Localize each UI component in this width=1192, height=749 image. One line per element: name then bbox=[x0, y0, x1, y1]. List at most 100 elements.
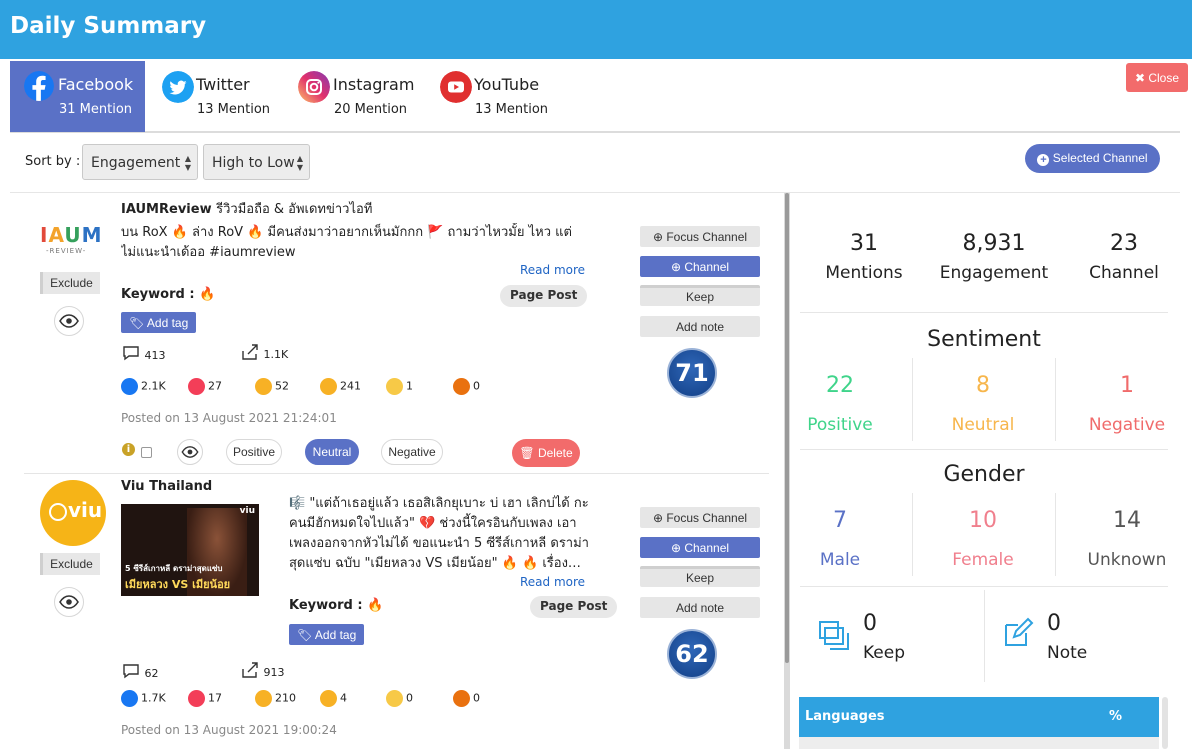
post-author-name: Viu Thailand bbox=[121, 479, 213, 494]
read-more-link[interactable]: Read more bbox=[520, 263, 585, 277]
post-text: 🎼 "แต่ถ้าเธอยู่แล้ว เธอสิเลิกยุเบาะ บ่ เ… bbox=[289, 494, 594, 574]
love-count: 27 bbox=[188, 378, 222, 395]
plus-circle-icon: ⊕ bbox=[670, 540, 681, 555]
haha-icon bbox=[255, 378, 272, 395]
wow-count-value: 4 bbox=[340, 691, 347, 705]
instagram-icon bbox=[298, 71, 330, 103]
post-thumbnail[interactable]: viu 5 ซีรีส์เกาหลี ดราม่าสุดแซ่บ เมียหลว… bbox=[121, 504, 259, 596]
positive-button[interactable]: Positive bbox=[226, 439, 282, 465]
sad-icon bbox=[386, 378, 403, 395]
tab-twitter[interactable]: Twitter 13 Mention bbox=[152, 61, 282, 132]
tab-youtube-count: 13 Mention bbox=[475, 102, 549, 117]
languages-header-label: Languages bbox=[805, 709, 885, 724]
sad-count-value: 1 bbox=[406, 379, 413, 393]
like-icon bbox=[121, 690, 138, 707]
post-author-name: IAUMReview bbox=[121, 202, 212, 217]
keep-label: Keep bbox=[863, 643, 906, 663]
focus-channel-button[interactable]: ⊕ Focus Channel bbox=[640, 507, 760, 528]
like-count-value: 1.7K bbox=[141, 691, 166, 705]
share-count: 913 bbox=[240, 661, 285, 679]
delete-button[interactable]: 🗑 Delete bbox=[512, 439, 580, 467]
love-icon bbox=[188, 378, 205, 395]
languages-table-body bbox=[799, 737, 1159, 749]
divider bbox=[1055, 493, 1056, 576]
tab-instagram[interactable]: Instagram 20 Mention bbox=[288, 61, 423, 132]
angry-icon bbox=[453, 378, 470, 395]
facebook-icon bbox=[24, 71, 54, 101]
view-button[interactable] bbox=[54, 587, 84, 617]
scrollbar-thumb[interactable] bbox=[785, 193, 789, 663]
keyword-label: Keyword : bbox=[289, 598, 363, 613]
angry-count-value: 0 bbox=[473, 379, 480, 393]
focus-channel-label: Focus Channel bbox=[666, 229, 748, 244]
select-arrows-icon: ▲ ▼ bbox=[184, 154, 191, 172]
divider bbox=[912, 358, 913, 441]
tab-twitter-count: 13 Mention bbox=[197, 102, 271, 117]
neutral-count: 8 bbox=[976, 373, 990, 398]
posted-date: Posted on 13 August 2021 19:00:24 bbox=[121, 723, 337, 737]
post-text-line: คนมีฮักหมดใจไปแล้ว" 💔 ช่วงนี้ใครอินกับเพ… bbox=[289, 516, 577, 531]
select-checkbox[interactable] bbox=[141, 447, 152, 458]
view-button[interactable] bbox=[54, 306, 84, 336]
focus-channel-button[interactable]: ⊕ Focus Channel bbox=[640, 226, 760, 247]
channel-count: 23 bbox=[1110, 231, 1138, 256]
app-header: Daily Summary bbox=[0, 0, 1192, 59]
haha-count: 52 bbox=[255, 378, 289, 395]
share-icon bbox=[242, 344, 258, 360]
wow-count-value: 241 bbox=[340, 379, 361, 393]
languages-table-header: Languages % bbox=[799, 697, 1159, 749]
selected-channel-button[interactable]: + Selected Channel bbox=[1025, 144, 1160, 173]
female-label: Female bbox=[952, 550, 1014, 570]
channel-button[interactable]: ⊕ Channel bbox=[640, 256, 760, 277]
positive-count: 22 bbox=[826, 373, 854, 398]
viu-play-icon bbox=[49, 503, 67, 521]
thumbnail-brand: viu bbox=[239, 506, 255, 516]
posted-date: Posted on 13 August 2021 21:24:01 bbox=[121, 411, 337, 425]
close-button[interactable]: ✖ Close bbox=[1126, 63, 1188, 92]
note-label: Note bbox=[1047, 643, 1088, 663]
post-text-line: ไม่แนะนำเด้ออ #iaumreview bbox=[121, 245, 296, 260]
female-count: 10 bbox=[969, 508, 997, 533]
channel-label: Channel bbox=[684, 259, 730, 274]
divider bbox=[1055, 358, 1056, 441]
read-more-link[interactable]: Read more bbox=[520, 575, 585, 589]
keyword: Keyword : 🔥 bbox=[289, 598, 383, 613]
add-note-button[interactable]: Add note bbox=[640, 316, 760, 337]
neutral-button[interactable]: Neutral bbox=[305, 439, 359, 465]
share-count: 1.1K bbox=[240, 343, 288, 361]
plus-circle-icon: + bbox=[1037, 154, 1050, 166]
keep-button[interactable]: Keep bbox=[640, 566, 760, 587]
mentions-count: 31 bbox=[850, 231, 878, 256]
languages-header-percent: % bbox=[1109, 709, 1123, 724]
preview-button[interactable] bbox=[177, 439, 203, 465]
side-scrollbar[interactable] bbox=[1162, 697, 1168, 749]
iaum-logo-sub: -REVIEW- bbox=[46, 247, 87, 255]
comment-count: 62 bbox=[121, 662, 159, 680]
add-note-button[interactable]: Add note bbox=[640, 597, 760, 618]
like-icon bbox=[121, 378, 138, 395]
channel-label: Channel bbox=[684, 540, 730, 555]
score-badge: 71 bbox=[667, 348, 717, 398]
plus-circle-icon: ⊕ bbox=[652, 510, 663, 525]
add-tag-button[interactable]: 🏷 Add tag bbox=[289, 624, 365, 645]
tab-twitter-name: Twitter bbox=[196, 75, 250, 94]
engagement-count: 8,931 bbox=[962, 231, 1026, 256]
keep-button[interactable]: Keep bbox=[640, 285, 760, 306]
negative-button[interactable]: Negative bbox=[381, 439, 443, 465]
exclude-button[interactable]: Exclude bbox=[40, 553, 100, 575]
sort-order-select[interactable]: High to Low ▲ ▼ bbox=[203, 144, 310, 180]
post-text-line: 🎼 "แต่ถ้าเธอยู่แล้ว เธอสิเลิกยุเบาะ บ่ เ… bbox=[289, 496, 589, 511]
sort-field-select[interactable]: Engagement ▲ ▼ bbox=[82, 144, 198, 180]
channel-button[interactable]: ⊕ Channel bbox=[640, 537, 760, 558]
keyword: Keyword : 🔥 bbox=[121, 287, 215, 302]
wow-count: 4 bbox=[320, 690, 347, 707]
viu-logo-text: viu bbox=[68, 498, 103, 522]
tab-youtube[interactable]: YouTube 13 Mention bbox=[430, 61, 565, 132]
post-author-sub: รีวิวมือถือ & อัพเดทข่าวไอที bbox=[216, 202, 373, 217]
exclude-button[interactable]: Exclude bbox=[40, 272, 100, 294]
tab-facebook[interactable]: Facebook 31 Mention bbox=[10, 61, 145, 132]
add-tag-button[interactable]: 🏷 Add tag bbox=[121, 312, 197, 333]
keep-count: 0 bbox=[863, 611, 877, 636]
sad-count: 0 bbox=[386, 690, 413, 707]
wow-icon bbox=[320, 378, 337, 395]
